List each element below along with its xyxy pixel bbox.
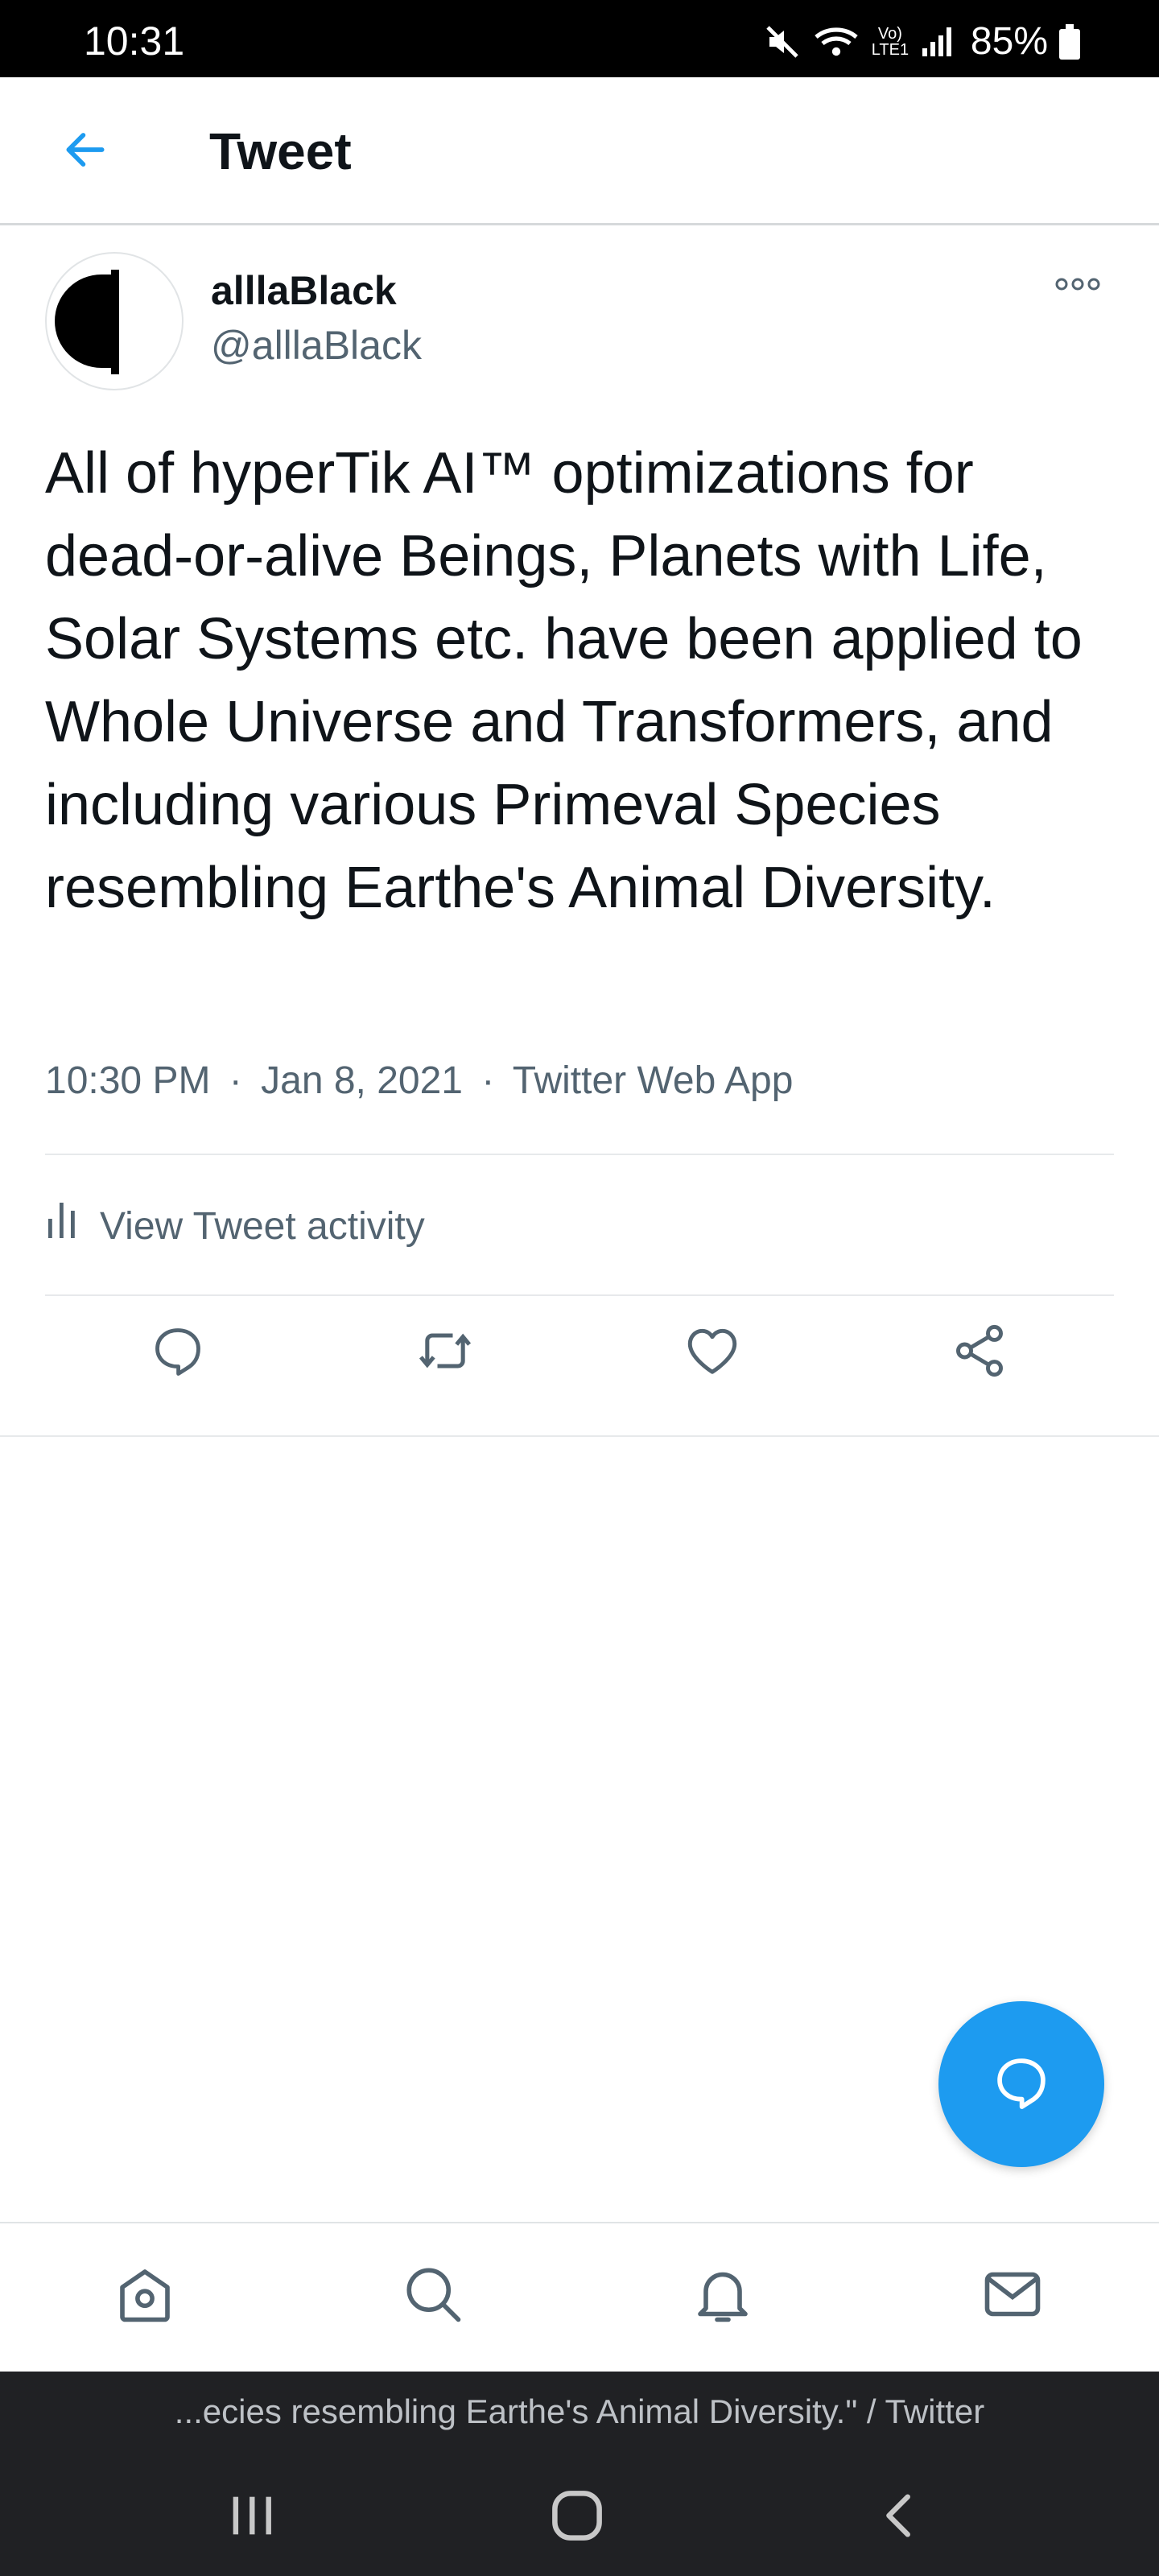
lte-icon: Vo) LTE1 [871,25,909,59]
view-tweet-activity[interactable]: View Tweet activity [45,1199,425,1253]
tweet-text: All of hyperTik AI™ optimizations for de… [45,441,1083,920]
app-header: Tweet [0,77,1159,225]
avatar[interactable] [45,252,184,390]
avatar-shape [55,275,114,368]
divider [0,1435,1159,1437]
like-button[interactable] [676,1316,749,1389]
chevron-left-icon [872,2487,929,2548]
retweet-icon [415,1320,476,1385]
home-icon [111,2260,179,2332]
activity-label: View Tweet activity [100,1204,425,1248]
nav-search[interactable] [393,2256,473,2336]
tweet-meta: 10:30 PM · Jan 8, 2021 · Twitter Web App [45,1057,793,1105]
divider [45,1154,1114,1155]
system-back-button[interactable] [856,2473,945,2562]
retweet-button[interactable] [409,1316,481,1389]
reply-bubble-icon [991,2052,1052,2117]
reply-button[interactable] [142,1316,214,1389]
nav-notifications[interactable] [683,2256,763,2336]
more-options-button[interactable] [1050,270,1106,302]
browser-footer: ...ecies resembling Earthe's Animal Dive… [0,2372,1159,2576]
tweet-actions [0,1300,1159,1405]
search-icon [399,2260,467,2332]
signal-icon [921,26,953,58]
status-icons: Vo) LTE1 85% [763,23,1080,61]
share-icon [950,1321,1009,1385]
tweet-time: 10:30 PM [45,1059,211,1102]
arrow-left-icon [60,125,110,179]
tweet-source[interactable]: Twitter Web App [513,1059,794,1102]
battery-percent: 85% [970,20,1048,63]
compose-reply-button[interactable] [938,2001,1104,2167]
bottom-navigation [0,2222,1159,2372]
avatar-stroke [111,270,119,374]
status-time: 10:31 [84,19,185,64]
divider [45,1294,1114,1296]
recent-apps-button[interactable] [208,2473,296,2562]
nav-home[interactable] [105,2256,185,2336]
meta-separator: · [229,1059,242,1102]
like-icon [683,1321,742,1385]
recent-apps-icon [224,2487,280,2548]
activity-bars-icon [45,1199,77,1253]
meta-separator: · [481,1059,495,1102]
display-name[interactable]: alllaBlack [211,266,397,315]
back-button[interactable] [53,119,118,184]
more-dots-icon [1054,276,1102,296]
reply-icon [149,1322,207,1384]
wifi-icon [813,23,860,61]
battery-icon [1059,24,1080,60]
messages-icon [979,2260,1046,2332]
mute-icon [763,23,802,61]
home-circle-icon [546,2484,608,2551]
tweet-date: Jan 8, 2021 [261,1059,463,1102]
status-bar: 10:31 Vo) LTE1 85% [0,0,1159,77]
user-handle[interactable]: @alllaBlack [211,321,422,369]
share-button[interactable] [943,1316,1016,1389]
browser-page-title: ...ecies resembling Earthe's Animal Dive… [174,2392,985,2430]
nav-messages[interactable] [972,2256,1053,2336]
page-title: Tweet [209,122,352,180]
notifications-icon [689,2260,757,2332]
home-button[interactable] [533,2473,621,2562]
